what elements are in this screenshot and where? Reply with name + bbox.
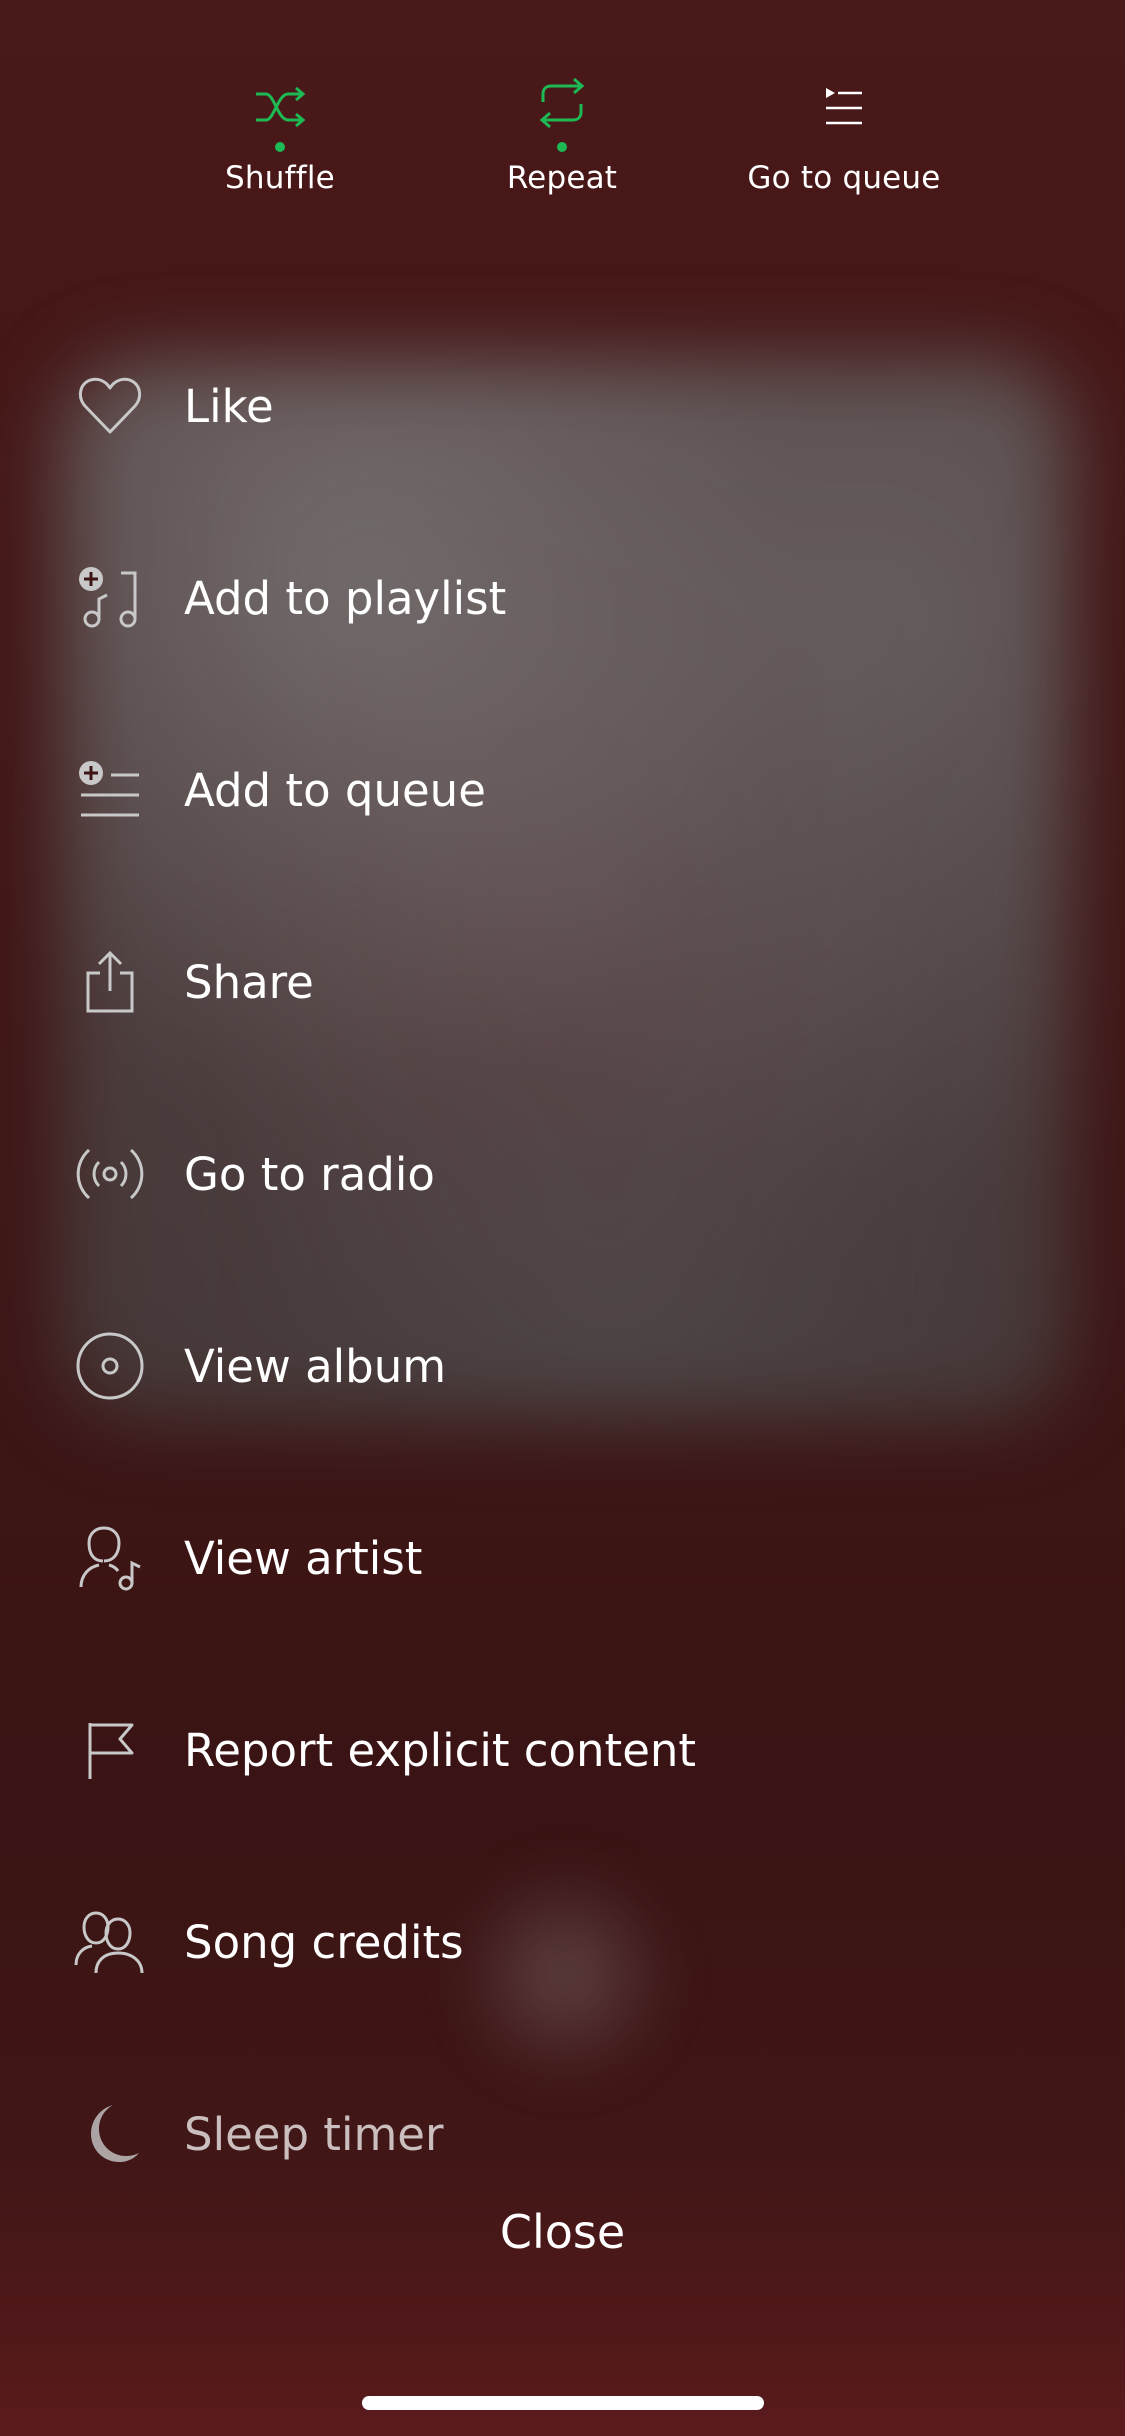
add-to-queue-icon bbox=[72, 752, 148, 828]
go-to-queue-label: Go to queue bbox=[747, 160, 941, 196]
menu-item-like[interactable]: Like bbox=[0, 310, 1125, 502]
menu-item-label: Report explicit content bbox=[184, 1723, 697, 1777]
shuffle-active-dot bbox=[275, 142, 285, 152]
menu-item-song-credits[interactable]: Song credits bbox=[0, 1846, 1125, 2038]
menu-item-label: View album bbox=[184, 1339, 447, 1393]
menu-item-report-explicit-content[interactable]: Report explicit content bbox=[0, 1654, 1125, 1846]
menu-item-add-to-playlist[interactable]: Add to playlist bbox=[0, 502, 1125, 694]
go-to-queue-button[interactable]: Go to queue bbox=[714, 70, 974, 196]
menu-item-share[interactable]: Share bbox=[0, 886, 1125, 1078]
menu-item-view-artist[interactable]: View artist bbox=[0, 1462, 1125, 1654]
menu-item-view-album[interactable]: View album bbox=[0, 1270, 1125, 1462]
shuffle-label: Shuffle bbox=[225, 160, 335, 196]
repeat-active-dot bbox=[557, 142, 567, 152]
menu-item-label: Add to queue bbox=[184, 763, 486, 817]
track-options-menu: Like Add to playlist Add to queue Share … bbox=[0, 310, 1125, 2230]
menu-item-add-to-queue[interactable]: Add to queue bbox=[0, 694, 1125, 886]
moon-icon bbox=[72, 2096, 148, 2172]
artist-icon bbox=[72, 1520, 148, 1596]
menu-item-label: Add to playlist bbox=[184, 571, 507, 625]
playback-controls: Shuffle Repeat Go to queue bbox=[0, 70, 1125, 220]
menu-item-label: Sleep timer bbox=[184, 2107, 444, 2161]
heart-icon bbox=[72, 368, 148, 444]
menu-item-label: Share bbox=[184, 955, 314, 1009]
menu-item-go-to-radio[interactable]: Go to radio bbox=[0, 1078, 1125, 1270]
menu-item-label: Like bbox=[184, 379, 274, 433]
repeat-icon bbox=[531, 76, 593, 130]
menu-item-sleep-timer[interactable]: Sleep timer bbox=[0, 2038, 1125, 2230]
shuffle-icon bbox=[252, 84, 308, 130]
credits-icon bbox=[72, 1904, 148, 1980]
menu-item-label: View artist bbox=[184, 1531, 423, 1585]
flag-icon bbox=[72, 1712, 148, 1788]
close-button[interactable]: Close bbox=[0, 2205, 1125, 2259]
queue-icon bbox=[822, 86, 866, 130]
now-playing-menu-screen: Shuffle Repeat Go to queue Like Add to p… bbox=[0, 0, 1125, 2436]
share-icon bbox=[72, 944, 148, 1020]
add-to-playlist-icon bbox=[72, 560, 148, 636]
album-icon bbox=[72, 1328, 148, 1404]
repeat-label: Repeat bbox=[506, 160, 618, 196]
repeat-button[interactable]: Repeat bbox=[432, 70, 692, 196]
menu-item-label: Go to radio bbox=[184, 1147, 435, 1201]
shuffle-button[interactable]: Shuffle bbox=[150, 70, 410, 196]
radio-icon bbox=[72, 1136, 148, 1212]
home-indicator[interactable] bbox=[362, 2396, 764, 2410]
menu-item-label: Song credits bbox=[184, 1915, 464, 1969]
